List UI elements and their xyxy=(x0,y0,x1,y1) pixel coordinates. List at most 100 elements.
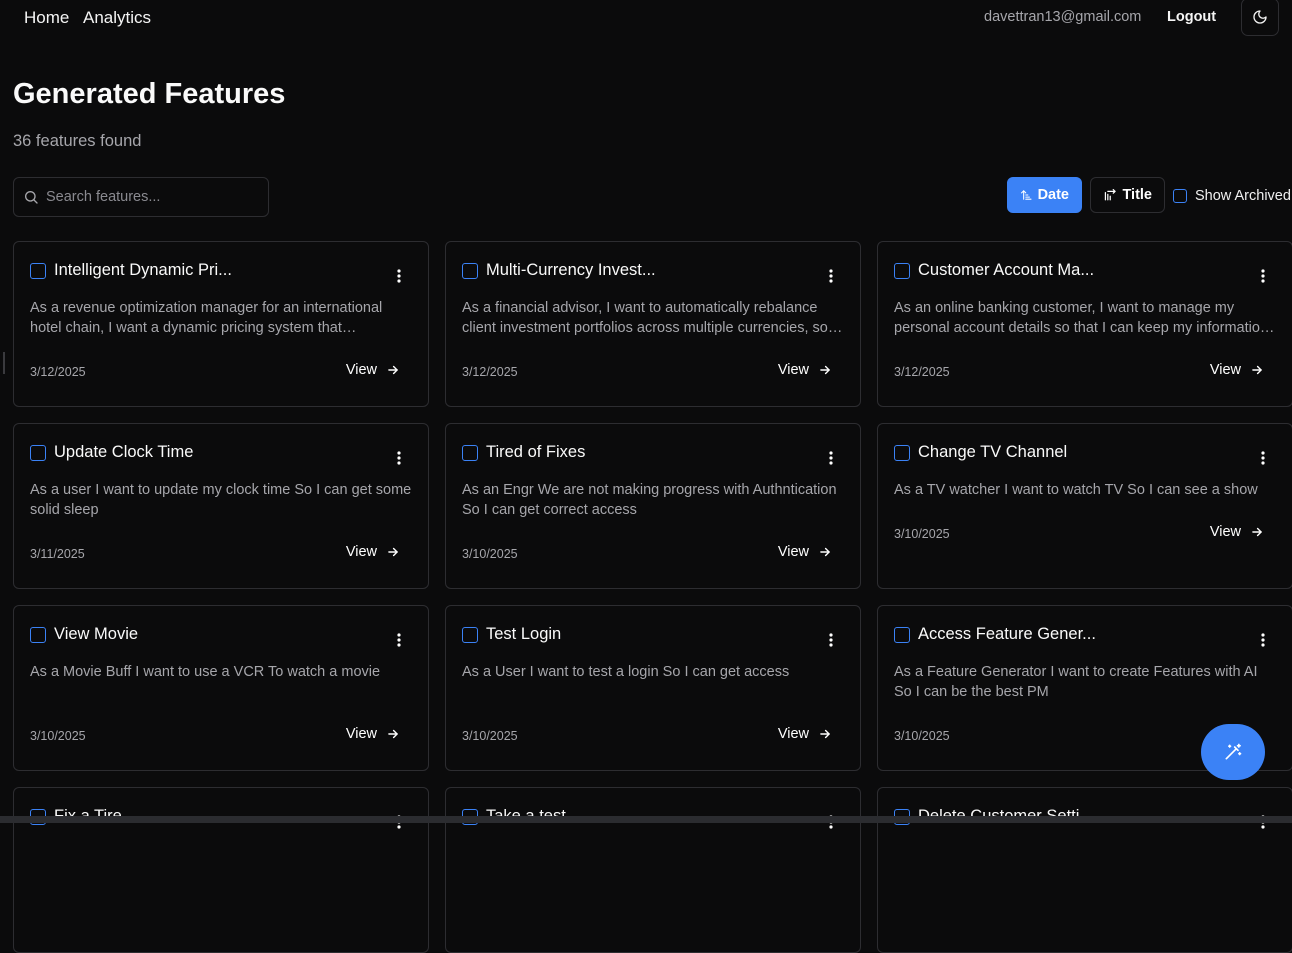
show-archived-toggle[interactable]: Show Archived xyxy=(1173,188,1291,204)
view-label: View xyxy=(1209,362,1241,378)
arrow-right-icon xyxy=(388,729,398,739)
card-menu-button[interactable] xyxy=(822,630,840,650)
card-menu-button[interactable] xyxy=(1254,448,1272,468)
feature-card[interactable]: Multi-Currency Invest... As a financial a… xyxy=(445,241,861,407)
features-count: 36 features found xyxy=(13,132,142,150)
feature-description: As a TV watcher I want to watch TV So I … xyxy=(894,482,1258,498)
view-feature-button[interactable]: View xyxy=(778,362,832,378)
card-menu-button[interactable] xyxy=(822,448,840,468)
feature-card[interactable]: Intelligent Dynamic Pri... As a revenue o… xyxy=(13,241,429,407)
view-feature-button[interactable]: View xyxy=(346,544,400,560)
feature-card[interactable]: View Movie As a Movie Buff I want to use … xyxy=(13,605,429,771)
arrow-right-icon xyxy=(1252,365,1262,375)
user-email: davettran13@gmail.com xyxy=(984,9,1142,25)
feature-title: Intelligent Dynamic Pri... xyxy=(54,261,232,279)
feature-card[interactable]: Customer Account Ma... As an online banki… xyxy=(877,241,1292,407)
sort-title-icon xyxy=(1104,188,1116,201)
feature-card[interactable]: Update Clock Time As a user I want to upd… xyxy=(13,423,429,589)
feature-date: 3/12/2025 xyxy=(894,365,950,379)
page-title: Generated Features xyxy=(13,78,286,110)
nav-analytics-link[interactable]: Analytics xyxy=(83,8,151,28)
view-label: View xyxy=(345,362,377,378)
sort-date-label: Date xyxy=(1037,187,1069,203)
feature-date: 3/11/2025 xyxy=(30,547,85,561)
taskbar-strip xyxy=(0,816,1292,823)
feature-select-checkbox[interactable] xyxy=(30,627,46,643)
sort-title-button[interactable]: Title xyxy=(1090,177,1165,213)
search-box xyxy=(13,177,269,217)
view-feature-button[interactable]: View xyxy=(778,544,832,560)
view-feature-button[interactable]: View xyxy=(346,362,400,378)
feature-card[interactable]: Delete Customer Setti... xyxy=(877,787,1292,953)
feature-date: 3/12/2025 xyxy=(30,365,86,379)
magic-wand-icon xyxy=(1225,743,1242,760)
card-menu-button[interactable] xyxy=(390,448,408,468)
feature-title: Tired of Fixes xyxy=(486,443,586,461)
view-feature-button[interactable]: View xyxy=(1210,362,1264,378)
resize-handle[interactable] xyxy=(3,352,5,374)
feature-description: As an online banking customer, I want to… xyxy=(894,300,1268,336)
feature-card[interactable]: Take a test xyxy=(445,787,861,953)
feature-select-checkbox[interactable] xyxy=(462,263,478,279)
search-input[interactable] xyxy=(46,178,256,216)
show-archived-checkbox[interactable] xyxy=(1173,189,1187,203)
view-label: View xyxy=(345,544,377,560)
feature-select-checkbox[interactable] xyxy=(462,445,478,461)
feature-card[interactable]: Test Login As a User I want to test a log… xyxy=(445,605,861,771)
feature-select-checkbox[interactable] xyxy=(894,627,910,643)
view-label: View xyxy=(777,726,809,742)
feature-date: 3/10/2025 xyxy=(30,729,86,743)
theme-toggle-button[interactable] xyxy=(1241,0,1279,36)
feature-card[interactable]: Fix a Tire xyxy=(13,787,429,953)
view-label: View xyxy=(1209,524,1241,540)
feature-description: As a Feature Generator I want to create … xyxy=(894,664,1258,700)
feature-date: 3/10/2025 xyxy=(462,729,518,743)
feature-description: As a user I want to update my clock time… xyxy=(30,482,412,518)
arrow-right-icon xyxy=(820,547,830,557)
view-feature-button[interactable]: View xyxy=(1210,524,1264,540)
dots-vertical-icon xyxy=(1261,451,1265,465)
feature-card[interactable]: Tired of Fixes As an Engr We are not maki… xyxy=(445,423,861,589)
dots-vertical-icon xyxy=(829,633,833,647)
sort-date-button[interactable]: Date xyxy=(1007,177,1082,213)
feature-title: Access Feature Gener... xyxy=(918,625,1096,643)
card-menu-button[interactable] xyxy=(1254,266,1272,286)
feature-card[interactable]: Change TV Channel As a TV watcher I want … xyxy=(877,423,1292,589)
card-menu-button[interactable] xyxy=(1254,630,1272,650)
feature-title: Change TV Channel xyxy=(918,443,1068,461)
sort-title-label: Title xyxy=(1122,187,1152,203)
arrow-right-icon xyxy=(388,365,398,375)
feature-title: Test Login xyxy=(486,625,562,643)
logout-button[interactable]: Logout xyxy=(1167,9,1216,25)
arrow-right-icon xyxy=(820,729,830,739)
feature-date: 3/10/2025 xyxy=(894,527,950,541)
card-menu-button[interactable] xyxy=(390,630,408,650)
arrow-right-icon xyxy=(820,365,830,375)
card-menu-button[interactable] xyxy=(822,266,840,286)
view-feature-button[interactable]: View xyxy=(346,726,400,742)
feature-description: As a financial advisor, I want to automa… xyxy=(462,300,828,336)
dots-vertical-icon xyxy=(397,451,401,465)
feature-select-checkbox[interactable] xyxy=(30,263,46,279)
nav-home-link[interactable]: Home xyxy=(24,8,69,28)
dots-vertical-icon xyxy=(1261,269,1265,283)
card-menu-button[interactable] xyxy=(390,266,408,286)
feature-title: View Movie xyxy=(54,625,139,643)
view-feature-button[interactable]: View xyxy=(778,726,832,742)
feature-date: 3/10/2025 xyxy=(894,729,950,743)
generate-feature-button[interactable] xyxy=(1201,724,1265,780)
dots-vertical-icon xyxy=(829,269,833,283)
dots-vertical-icon xyxy=(397,269,401,283)
dots-vertical-icon xyxy=(829,451,833,465)
feature-select-checkbox[interactable] xyxy=(894,445,910,461)
arrow-right-icon xyxy=(388,547,398,557)
arrow-right-icon xyxy=(1252,527,1262,537)
feature-description: As an Engr We are not making progress wi… xyxy=(462,482,837,518)
feature-select-checkbox[interactable] xyxy=(894,263,910,279)
feature-select-checkbox[interactable] xyxy=(462,627,478,643)
feature-title: Customer Account Ma... xyxy=(918,261,1095,279)
view-label: View xyxy=(777,362,809,378)
feature-select-checkbox[interactable] xyxy=(30,445,46,461)
dots-vertical-icon xyxy=(1261,633,1265,647)
feature-description: As a Movie Buff I want to use a VCR To w… xyxy=(30,664,381,680)
